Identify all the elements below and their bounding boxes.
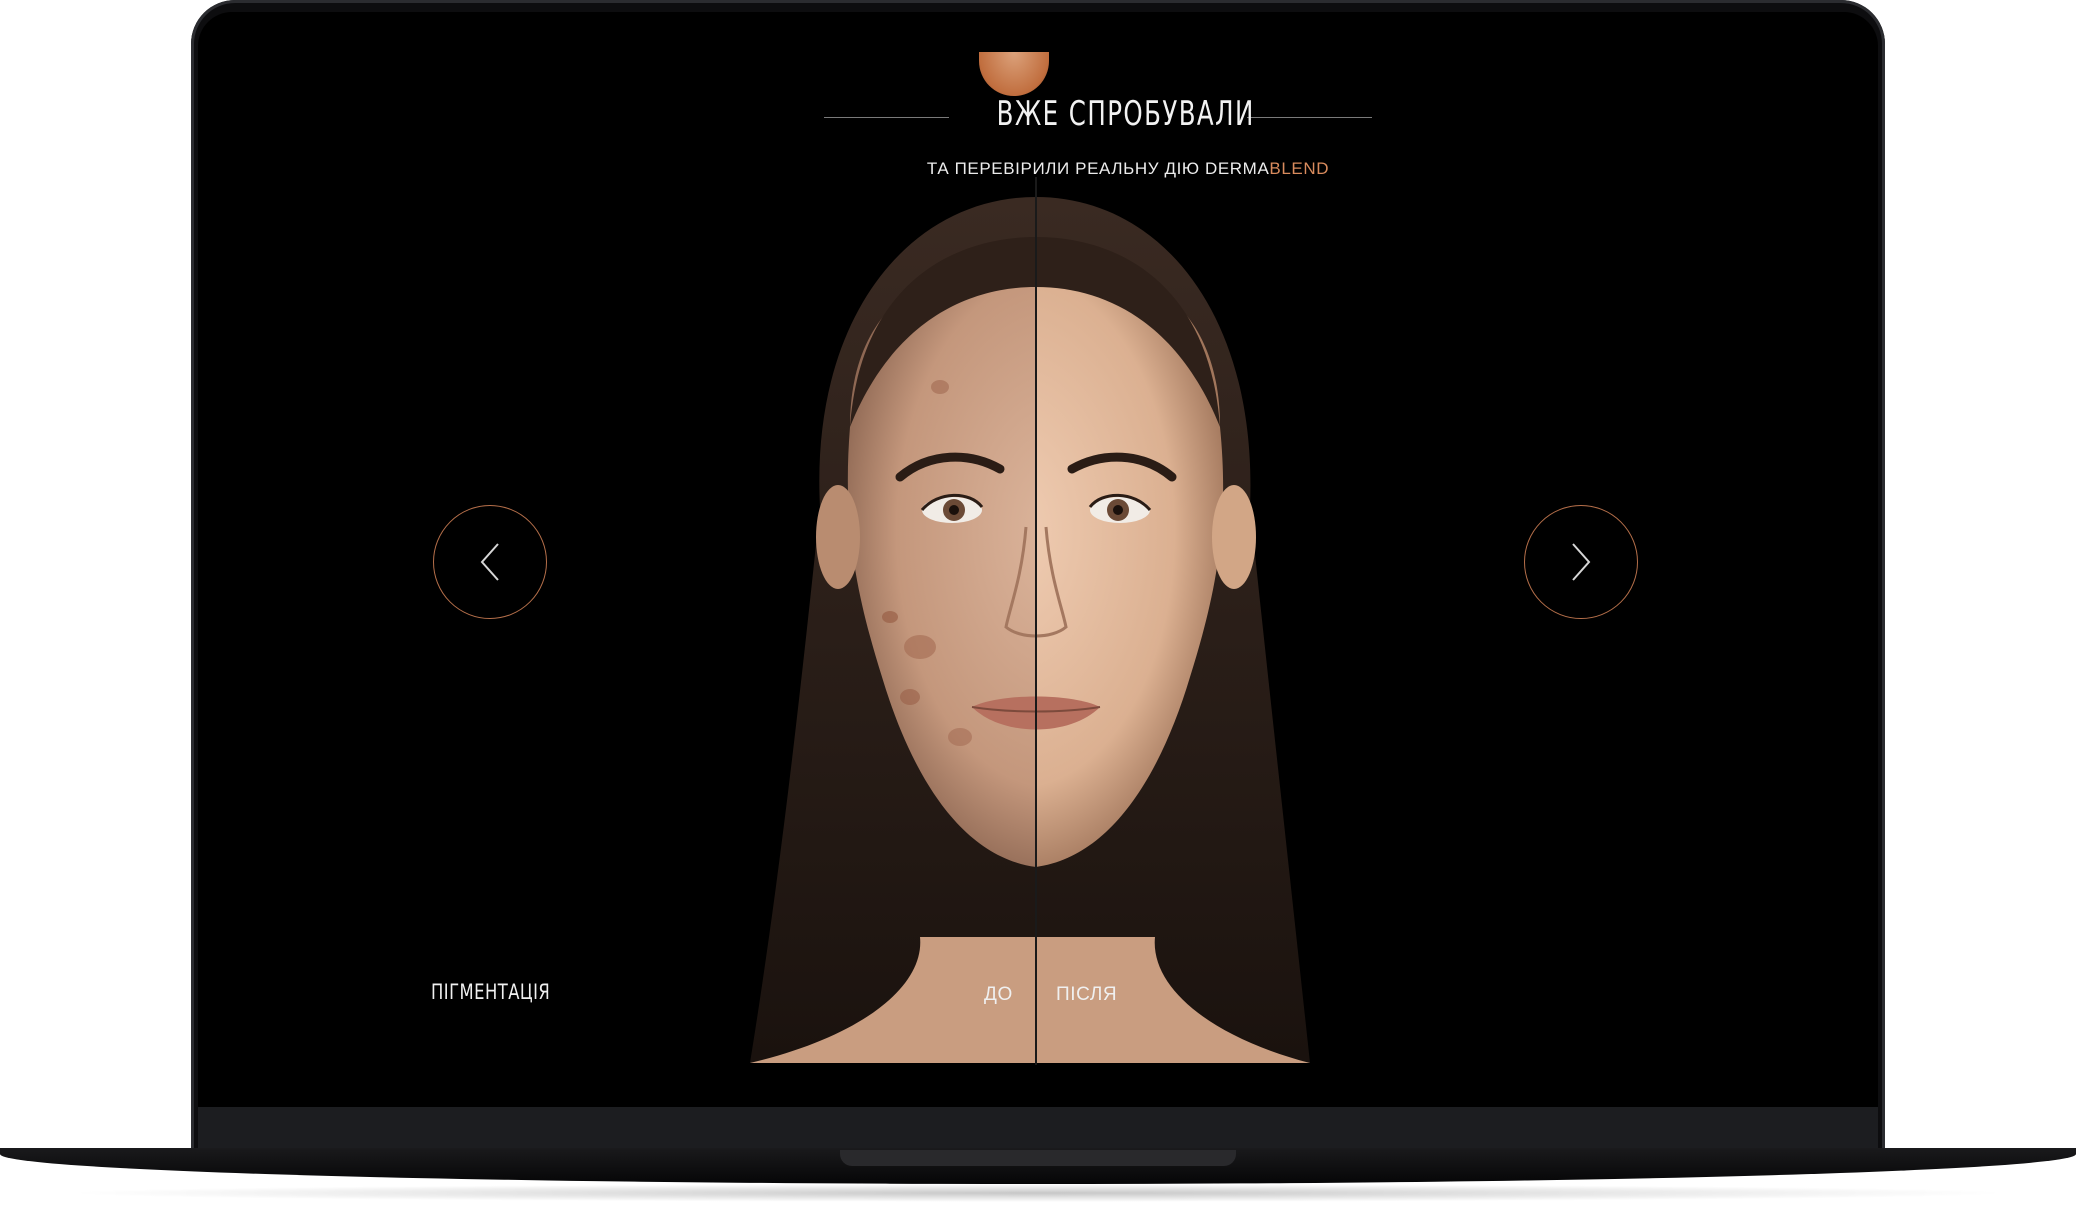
laptop-screen: ВЖЕ СПРОБУВАЛИ ТА ПЕРЕВІРИЛИ РЕАЛЬНУ ДІЮ… bbox=[198, 12, 1878, 1107]
decorative-drop bbox=[979, 52, 1049, 96]
chevron-right-icon bbox=[1572, 543, 1591, 581]
subheading-accent: BLEND bbox=[1269, 159, 1330, 178]
section-heading: ВЖЕ СПРОБУВАЛИ bbox=[996, 94, 1255, 134]
laptop-base-notch bbox=[840, 1150, 1236, 1166]
category-label: ПІГМЕНТАЦІЯ bbox=[431, 980, 551, 1004]
screen-bottom-bezel bbox=[198, 1107, 1878, 1151]
subheading-text: ТА ПЕРЕВІРИЛИ РЕАЛЬНУ ДІЮ DERMA bbox=[926, 159, 1270, 178]
before-label: ДО bbox=[984, 984, 1013, 1005]
before-after-face-photo bbox=[710, 177, 1310, 1063]
section-subheading: ТА ПЕРЕВІРИЛИ РЕАЛЬНУ ДІЮ DERMABLEND bbox=[798, 159, 1458, 179]
face-illustration bbox=[750, 197, 1310, 1063]
laptop-shadow bbox=[60, 1184, 2016, 1202]
before-after-divider[interactable] bbox=[1035, 177, 1037, 1065]
after-label: ПІСЛЯ bbox=[1056, 984, 1118, 1005]
next-slide-button[interactable] bbox=[1524, 505, 1638, 619]
heading-rule-left bbox=[824, 117, 949, 118]
prev-slide-button[interactable] bbox=[433, 505, 547, 619]
chevron-left-icon bbox=[480, 543, 499, 581]
heading-rule-right bbox=[1247, 117, 1372, 118]
